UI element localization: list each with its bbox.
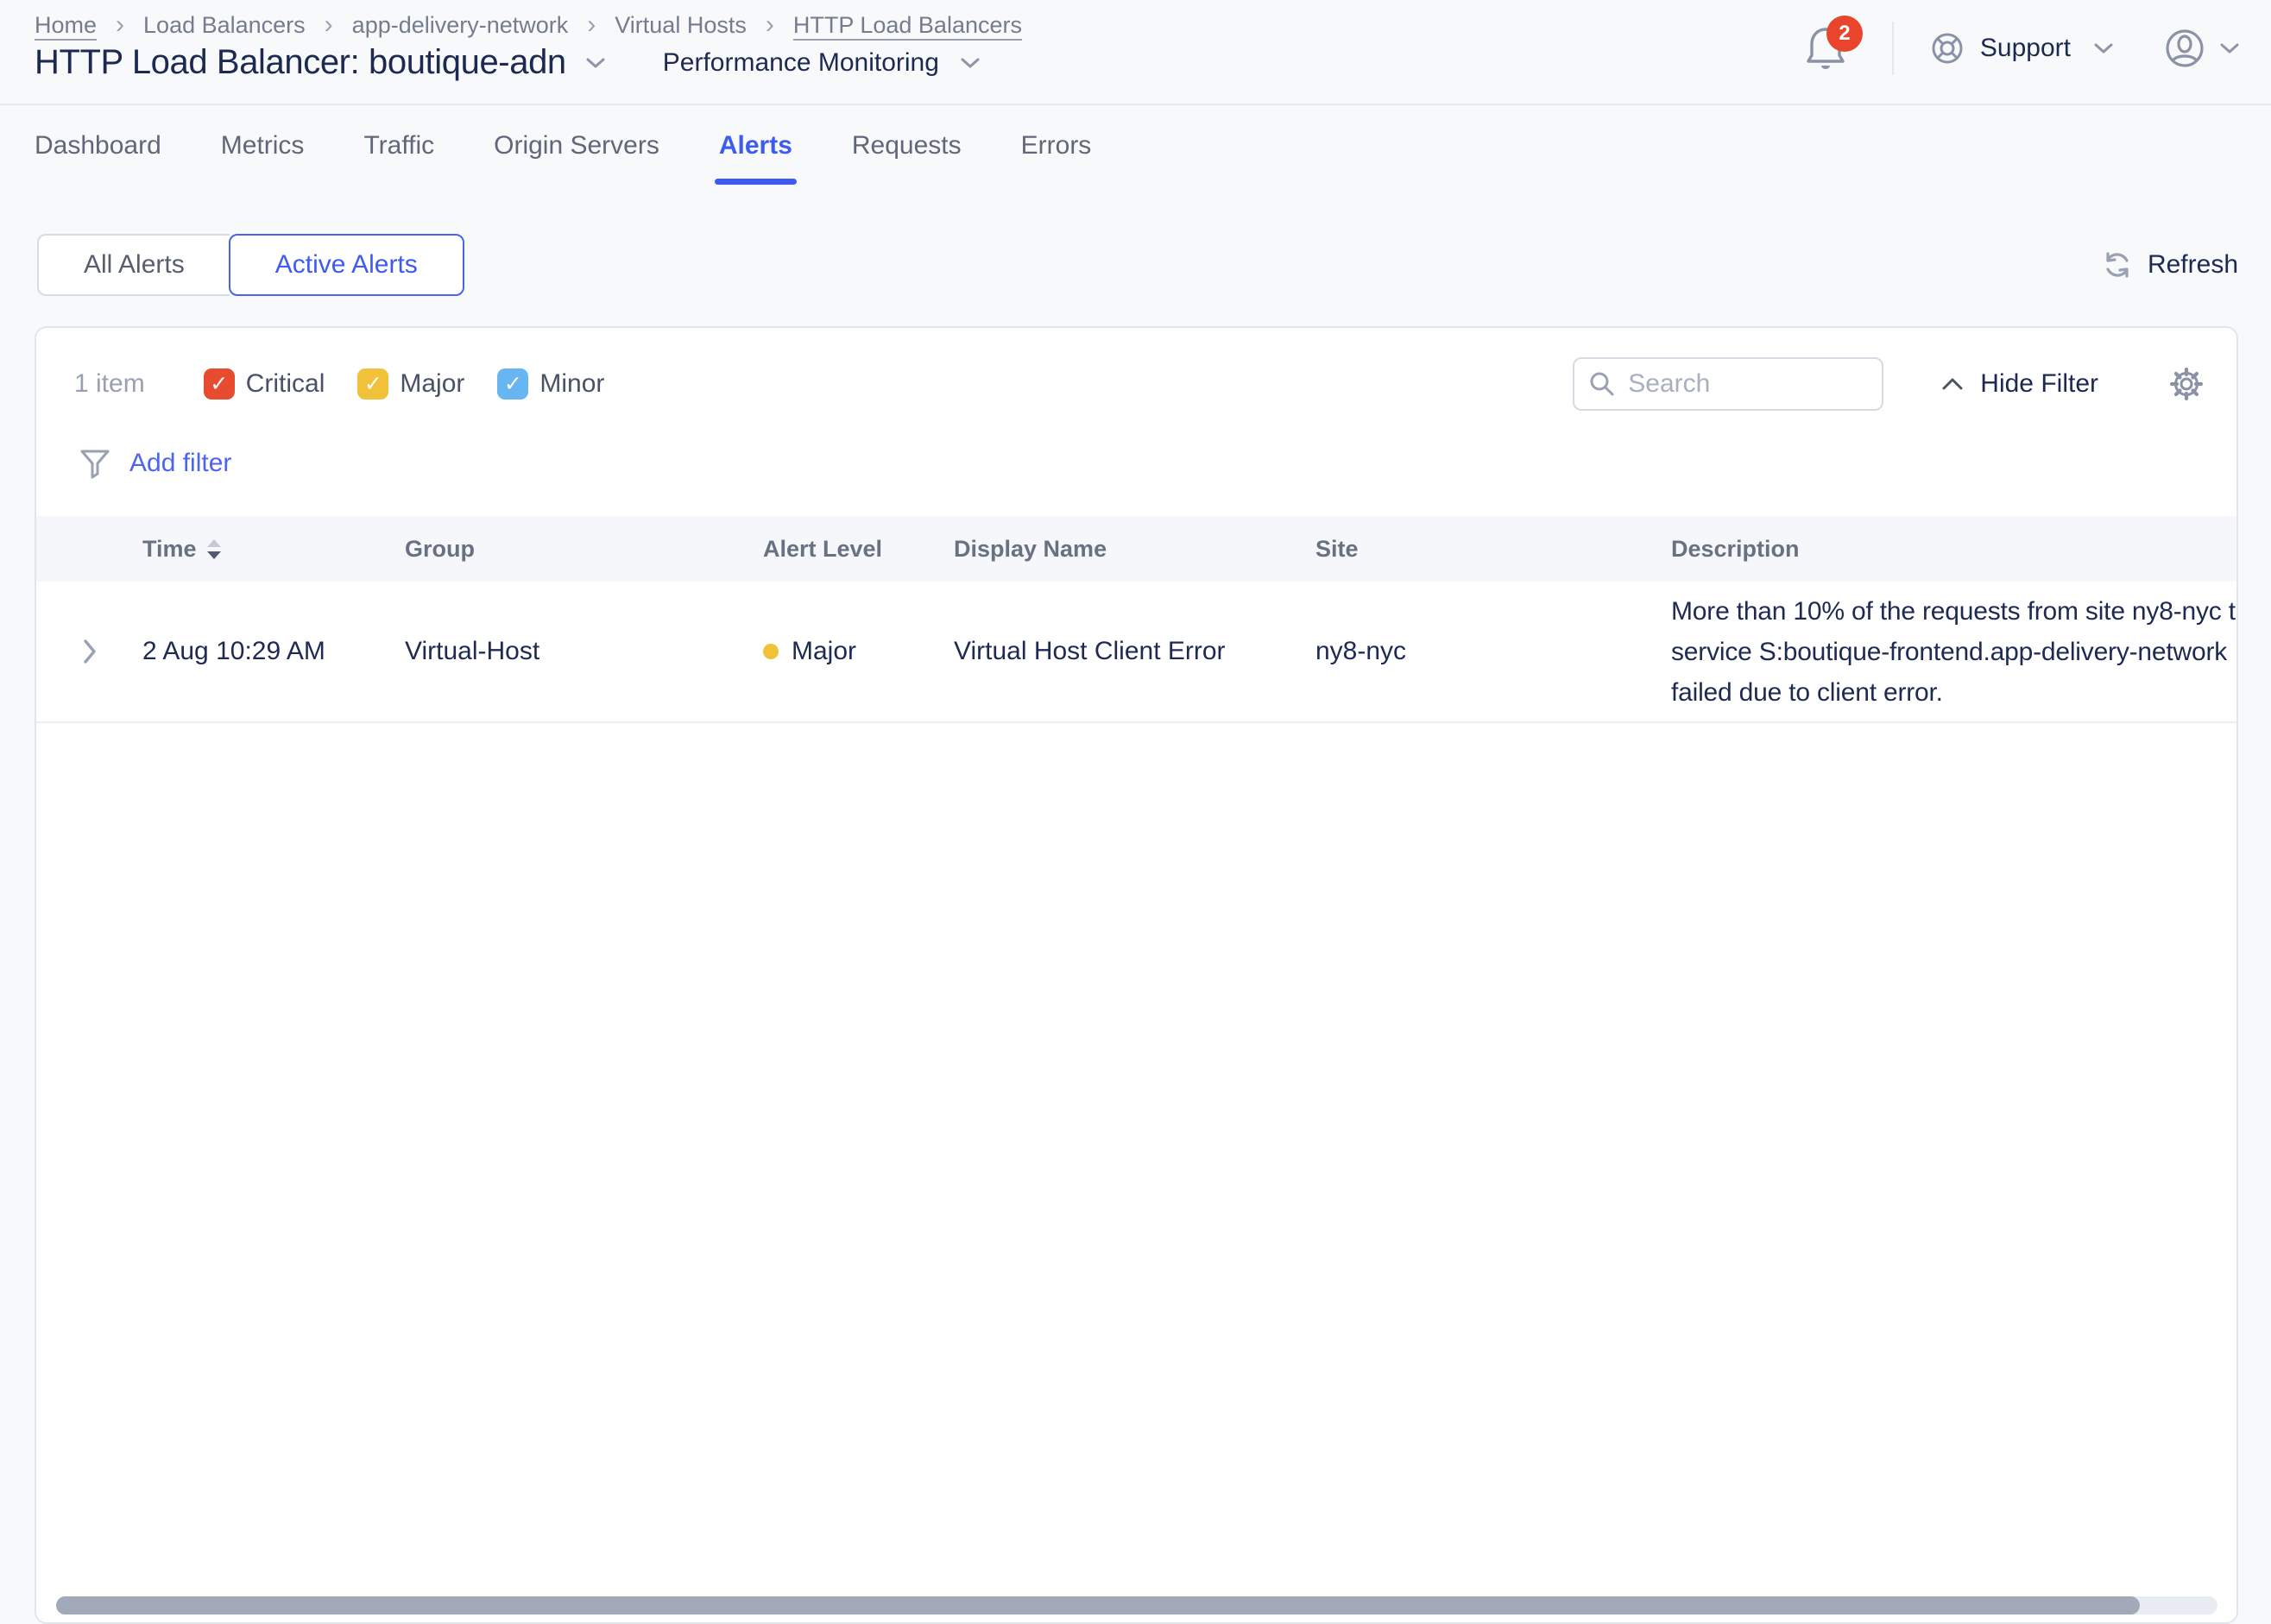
row-expand-chevron-icon[interactable] <box>81 637 98 666</box>
header-site[interactable]: Site <box>1315 536 1671 563</box>
item-count: 1 item <box>74 369 145 399</box>
severity-major-label: Major <box>400 369 464 399</box>
user-avatar-icon <box>2164 28 2205 69</box>
search-icon <box>1588 370 1616 398</box>
cell-display-name: Virtual Host Client Error <box>954 637 1315 666</box>
severity-critical-label: Critical <box>246 369 325 399</box>
support-label: Support <box>1980 34 2071 63</box>
table-row: 2 Aug 10:29 AM Virtual-Host Major Virtua… <box>36 582 2238 723</box>
table-settings-gear-icon[interactable] <box>2169 367 2204 401</box>
header-time-label: Time <box>142 536 197 563</box>
top-header: Home Load Balancers app-delivery-network… <box>0 0 2271 105</box>
breadcrumb: Home Load Balancers app-delivery-network… <box>35 10 1022 40</box>
table-header-row: Time Group Alert Level Display Name Site… <box>36 516 2238 582</box>
breadcrumb-load-balancers[interactable]: Load Balancers <box>143 12 306 39</box>
refresh-button[interactable]: Refresh <box>2102 249 2238 280</box>
checkbox-major-checked-icon[interactable] <box>357 368 388 400</box>
severity-filter-major[interactable]: Major <box>357 368 464 400</box>
description-text: More than 10% of the requests from site … <box>1671 591 2238 713</box>
breadcrumb-separator-icon <box>97 10 143 40</box>
tab-dashboard[interactable]: Dashboard <box>35 131 161 185</box>
checkbox-minor-checked-icon[interactable] <box>497 368 528 400</box>
mode-chevron-down-icon <box>960 56 981 70</box>
alert-level-label: Major <box>792 637 856 666</box>
header-group[interactable]: Group <box>405 536 763 563</box>
cell-alert-level: Major <box>763 637 954 666</box>
horizontal-scrollbar-thumb[interactable] <box>56 1596 2140 1615</box>
severity-filter-minor[interactable]: Minor <box>497 368 604 400</box>
chevron-up-icon <box>1940 376 1965 392</box>
account-chevron-down-icon <box>2219 41 2240 55</box>
title-chevron-down-icon[interactable] <box>585 56 606 70</box>
breadcrumb-separator-icon <box>747 10 793 40</box>
filter-bar: 1 item Critical Major Minor <box>74 357 2216 411</box>
breadcrumb-home-link[interactable]: Home <box>35 12 97 39</box>
refresh-label: Refresh <box>2148 250 2238 280</box>
header-display-name[interactable]: Display Name <box>954 536 1315 563</box>
support-chevron-down-icon <box>2093 41 2114 55</box>
tab-alerts[interactable]: Alerts <box>719 131 792 185</box>
tab-requests[interactable]: Requests <box>852 131 962 185</box>
funnel-icon <box>79 447 110 480</box>
tab-metrics[interactable]: Metrics <box>221 131 305 185</box>
alerts-toolbar: All Alerts Active Alerts Refresh <box>37 234 2238 296</box>
notifications-bell-icon[interactable]: 2 <box>1802 22 1849 74</box>
breadcrumb-separator-icon <box>568 10 615 40</box>
add-filter-label: Add filter <box>129 449 231 478</box>
add-filter-button[interactable]: Add filter <box>79 447 2236 480</box>
active-alerts-button[interactable]: Active Alerts <box>229 234 464 296</box>
search-input[interactable] <box>1628 369 1868 399</box>
tab-origin-servers[interactable]: Origin Servers <box>494 131 659 185</box>
tab-bar: Dashboard Metrics Traffic Origin Servers… <box>35 131 1091 185</box>
breadcrumb-separator-icon <box>306 10 352 40</box>
horizontal-scrollbar-track[interactable] <box>56 1596 2217 1615</box>
page-title: HTTP Load Balancer: boutique-adn <box>35 43 566 82</box>
header-alert-level[interactable]: Alert Level <box>763 536 954 563</box>
alerts-table: Time Group Alert Level Display Name Site… <box>36 516 2238 723</box>
cell-site: ny8-nyc <box>1315 637 1671 666</box>
notification-count-badge: 2 <box>1826 16 1863 52</box>
mode-selector[interactable]: Performance Monitoring <box>663 48 981 78</box>
cell-group: Virtual-Host <box>405 637 763 666</box>
tab-traffic[interactable]: Traffic <box>363 131 434 185</box>
alerts-card: 1 item Critical Major Minor <box>35 326 2238 1624</box>
severity-filter-critical[interactable]: Critical <box>204 368 325 400</box>
hide-filter-label: Hide Filter <box>1980 369 2098 399</box>
mode-selector-label: Performance Monitoring <box>663 48 939 78</box>
severity-minor-label: Minor <box>539 369 604 399</box>
header-description[interactable]: Description <box>1671 536 2238 563</box>
cell-description: More than 10% of the requests from site … <box>1671 591 2238 713</box>
search-box <box>1573 357 1883 411</box>
tab-errors[interactable]: Errors <box>1021 131 1092 185</box>
checkbox-critical-checked-icon[interactable] <box>204 368 235 400</box>
refresh-icon <box>2102 249 2133 280</box>
cell-time: 2 Aug 10:29 AM <box>142 637 405 666</box>
title-row: HTTP Load Balancer: boutique-adn Perform… <box>35 43 981 82</box>
all-alerts-button[interactable]: All Alerts <box>37 234 230 296</box>
support-lifering-icon <box>1930 31 1965 66</box>
support-menu[interactable]: Support <box>1930 31 2114 66</box>
major-severity-dot-icon <box>763 644 779 659</box>
hide-filter-button[interactable]: Hide Filter <box>1940 369 2098 399</box>
sort-descending-icon[interactable] <box>207 539 221 559</box>
alerts-view-toggle: All Alerts Active Alerts <box>37 234 464 296</box>
breadcrumb-http-load-balancers-link[interactable]: HTTP Load Balancers <box>793 12 1022 39</box>
breadcrumb-virtual-hosts[interactable]: Virtual Hosts <box>615 12 747 39</box>
breadcrumb-namespace[interactable]: app-delivery-network <box>352 12 569 39</box>
header-time[interactable]: Time <box>142 536 405 563</box>
top-actions: 2 Support <box>1802 16 2240 81</box>
account-menu[interactable] <box>2164 28 2240 69</box>
header-divider <box>1892 22 1894 75</box>
